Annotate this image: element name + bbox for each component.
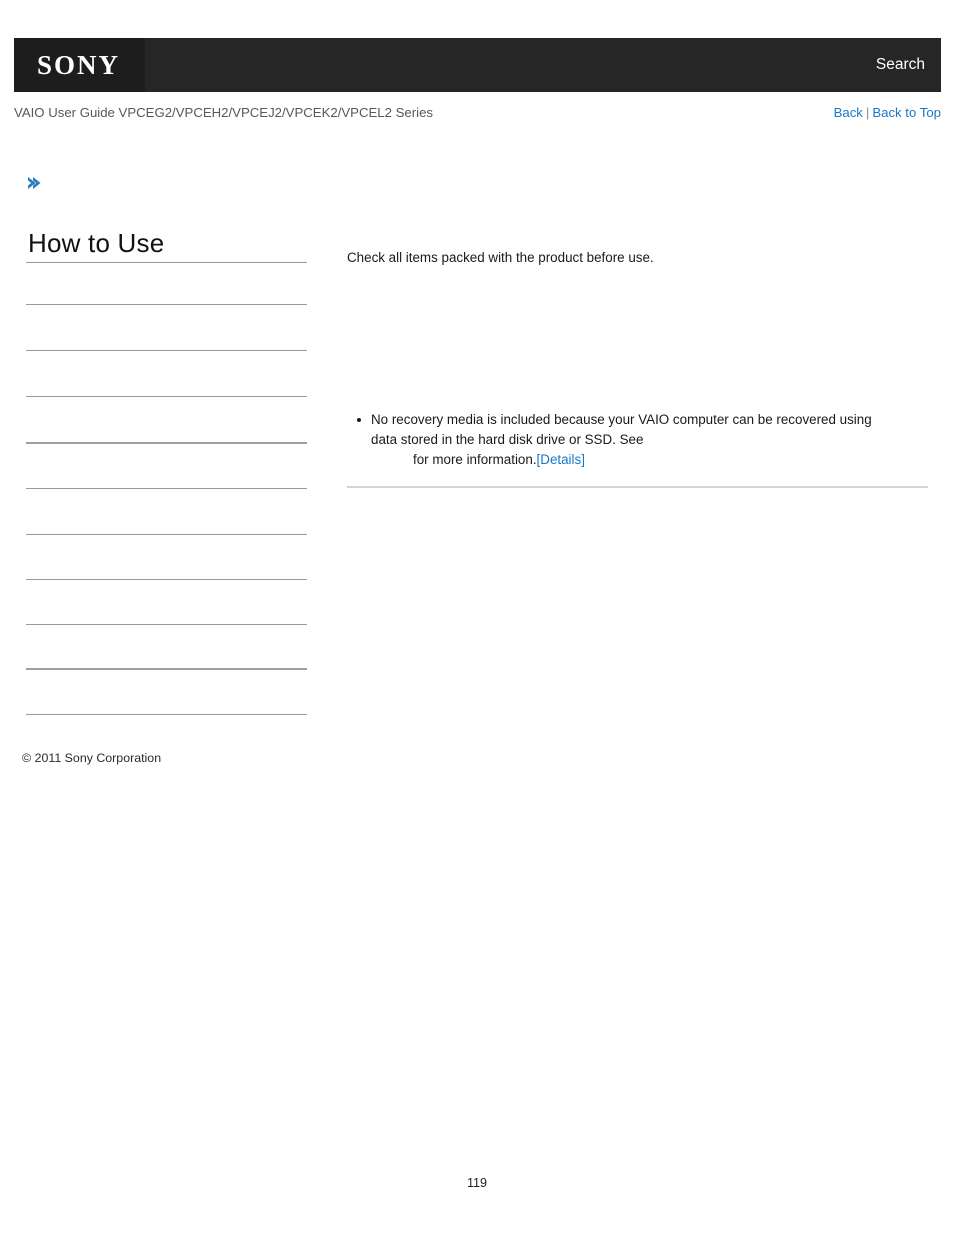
chevron-right-icon [26,175,43,191]
details-link[interactable]: [Details] [537,452,585,467]
list-item: No recovery media is included because yo… [347,410,929,471]
back-link[interactable]: Back [834,105,863,120]
sidebar-divider [26,534,307,535]
note-line-1: No recovery media is included because yo… [371,412,872,427]
note-line-3: for more information.[Details] [371,452,585,467]
sidebar-divider [26,714,307,715]
sony-logo-block[interactable]: SONY [14,38,145,92]
sidebar-divider [26,668,307,670]
search-button[interactable]: Search [876,56,941,74]
page-number: 119 [466,1176,488,1190]
sidebar-title: How to Use [28,228,165,258]
note-line-2: data stored in the hard disk drive or SS… [371,432,644,448]
nav-separator: | [865,105,870,120]
bullet-icon [357,418,361,422]
guide-title: VAIO User Guide VPCEG2/VPCEH2/VPCEJ2/VPC… [14,105,433,120]
intro-text: Check all items packed with the product … [347,250,654,265]
sidebar-divider [26,442,307,444]
page-root: SONY Search VAIO User Guide VPCEG2/VPCEH… [0,0,954,1235]
subheader: VAIO User Guide VPCEG2/VPCEH2/VPCEJ2/VPC… [14,102,941,124]
main-content: Check all items packed with the product … [347,248,929,267]
sidebar-divider [26,624,307,625]
note-list: No recovery media is included because yo… [347,410,929,471]
site-header: SONY Search [14,38,941,92]
sidebar-divider [26,396,307,397]
sony-logo: SONY [36,49,120,80]
content-divider [347,486,928,488]
sidebar-divider [26,488,307,489]
sidebar-divider [26,579,307,580]
sidebar-divider [26,350,307,351]
note-line-3-text: for more information. [413,452,537,468]
back-to-top-link[interactable]: Back to Top [872,105,941,120]
sidebar: How to Use [26,228,307,715]
copyright-text: © 2011 Sony Corporation [22,751,162,765]
sidebar-divider [26,262,307,263]
sidebar-divider [26,304,307,305]
breadcrumb [26,174,49,192]
header-nav-links: Back | Back to Top [834,102,941,124]
